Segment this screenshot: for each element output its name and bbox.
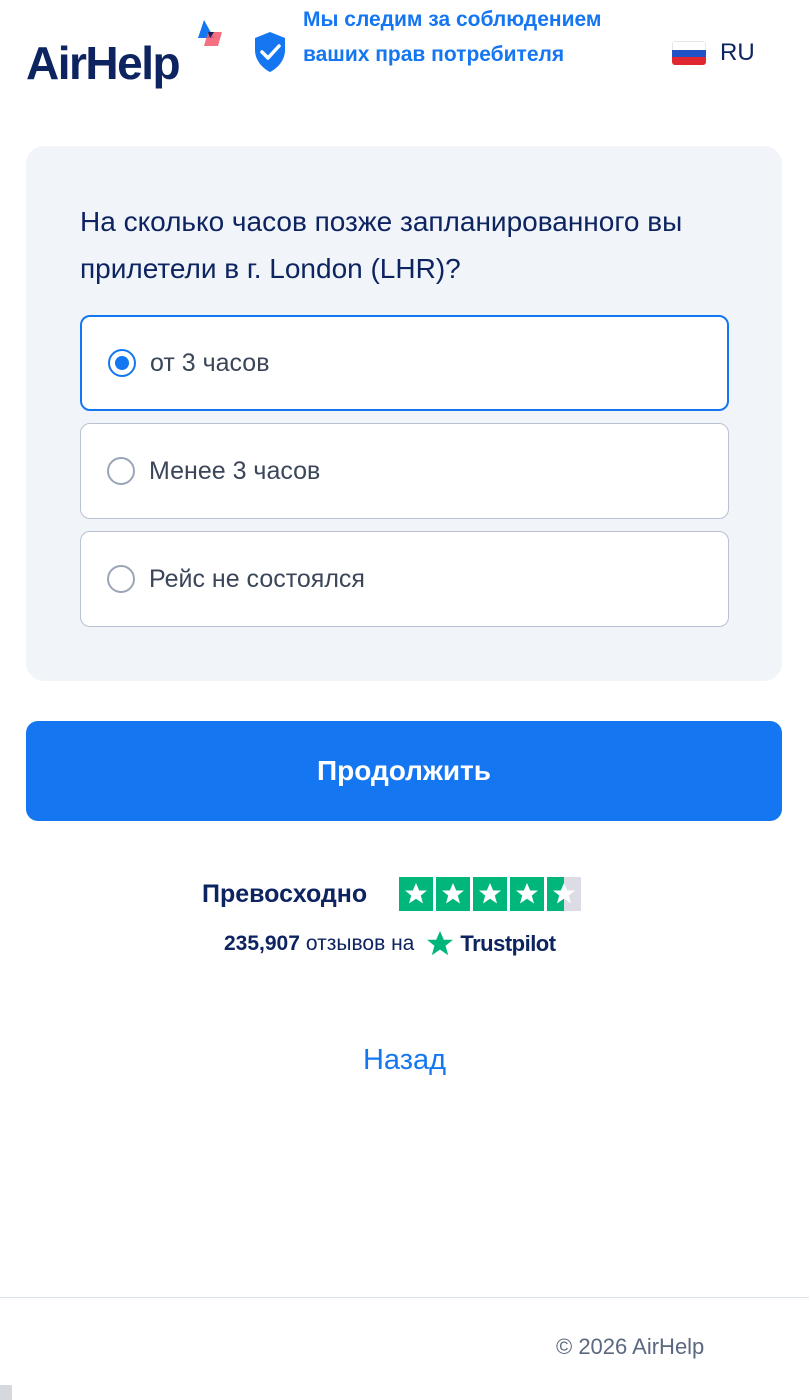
radio-button[interactable] [107,457,135,485]
option-label: Менее 3 часов [149,456,321,485]
option-3-plus-hours[interactable]: от 3 часов [80,315,729,411]
back-link[interactable]: Назад [0,1044,809,1077]
trustpilot-stars-icon [399,877,581,911]
reviews-count: 235,907 [224,932,300,955]
continue-button[interactable]: Продолжить [26,721,782,821]
language-code: RU [720,39,755,66]
question-title: На сколько часов позже запланированного … [80,206,683,284]
option-flight-cancelled[interactable]: Рейс не состоялся [80,531,729,627]
shield-check-icon [255,32,285,72]
logo-text: AirHelp [26,37,181,89]
option-label: от 3 часов [150,348,270,377]
russia-flag-icon [672,41,706,65]
question-card: На сколько часов позже запланированного … [26,146,782,681]
trustpilot-star-icon [427,931,454,956]
trustpilot-name: Trustpilot [460,931,556,956]
header: AirHelp Мы следим за соблюдением ваших п… [0,0,809,110]
reviews-text: отзывов на [305,932,415,955]
radio-button-checked[interactable] [108,349,136,377]
corner-artifact [0,1385,12,1400]
language-selector[interactable]: RU [672,38,755,68]
logo-mark-icon [198,20,222,46]
radio-button[interactable] [107,565,135,593]
copyright-text: © 2026 AirHelp [556,1334,705,1359]
consumer-rights-text: Мы следим за соблюдением ваших прав потр… [303,8,602,66]
airhelp-logo[interactable]: AirHelp [26,18,226,90]
option-less-than-3-hours[interactable]: Менее 3 часов [80,423,729,519]
rating-word: Превосходно [202,880,368,908]
reviews-summary: 235,907 отзывов на Trustpilot [224,926,556,962]
footer-divider [0,1297,809,1298]
option-label: Рейс не состоялся [149,564,365,593]
